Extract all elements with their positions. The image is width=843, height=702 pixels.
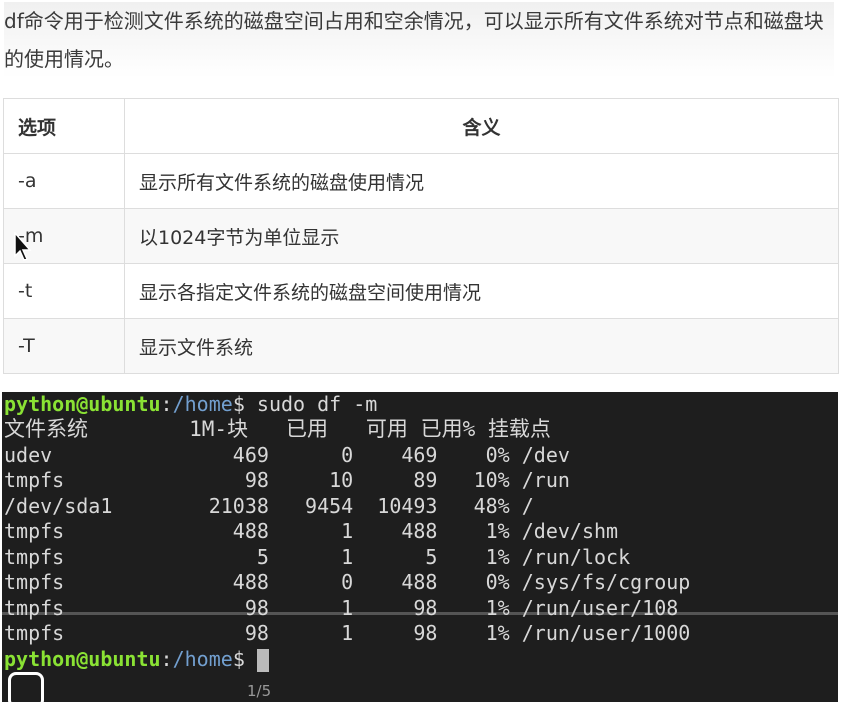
output-row: tmpfs 98 10 89 10% /run [4,468,570,492]
terminal[interactable]: python@ubuntu:/home$ sudo df -m 文件系统 1M-… [2,392,838,702]
output-row: /dev/sda1 21038 9454 10493 48% / [4,494,534,518]
output-header: 文件系统 1M-块 已用 可用 已用% 挂载点 [4,417,551,441]
description-cell: 显示所有文件系统的磁盘使用情况 [124,153,839,209]
notes-icon[interactable] [8,672,44,702]
prompt-user: python@ubuntu [4,392,161,416]
output-row: udev 469 0 469 0% /dev [4,443,570,467]
page-indicator: 1/5 [247,682,272,700]
prompt-path: /home [172,392,233,416]
prompt-line[interactable]: python@ubuntu:/home$ [4,647,269,672]
prompt-user: python@ubuntu [4,647,161,671]
output-row: tmpfs 98 1 98 1% /run/user/108 [4,596,679,620]
header-meaning: 含义 [124,98,839,154]
table-row: -t 显示各指定文件系统的磁盘空间使用情况 [3,263,839,319]
option-cell: -T [3,318,125,374]
description-cell: 以1024字节为单位显示 [124,208,839,264]
options-table: 选项 含义 -a 显示所有文件系统的磁盘使用情况 -m 以1024字节为单位显示 -… [3,98,839,374]
mouse-pointer-icon [14,232,32,261]
intro-paragraph: df命令用于检测文件系统的磁盘空间占用和空余情况，可以显示所有文件系统对节点和磁… [4,2,834,78]
option-cell: -t [3,263,125,319]
prompt-path: /home [172,647,233,671]
prompt-line: python@ubuntu:/home$ sudo df -m [4,392,378,416]
output-row: tmpfs 98 1 98 1% /run/user/1000 [4,621,691,645]
text-cursor [256,649,269,672]
table-header: 选项 含义 [3,98,839,154]
header-option: 选项 [3,98,125,154]
table-row: -T 显示文件系统 [3,318,839,374]
table-row: -m 以1024字节为单位显示 [3,208,839,264]
description-cell: 显示文件系统 [124,318,839,374]
output-row: tmpfs 5 1 5 1% /run/lock [4,545,631,569]
command: sudo df -m [256,392,378,416]
description-cell: 显示各指定文件系统的磁盘空间使用情况 [124,263,839,319]
option-cell: -a [3,153,125,209]
output-row: tmpfs 488 1 488 1% /dev/shm [4,519,619,543]
output-row: tmpfs 488 0 488 0% /sys/fs/cgroup [4,570,691,594]
table-row: -a 显示所有文件系统的磁盘使用情况 [3,153,839,209]
